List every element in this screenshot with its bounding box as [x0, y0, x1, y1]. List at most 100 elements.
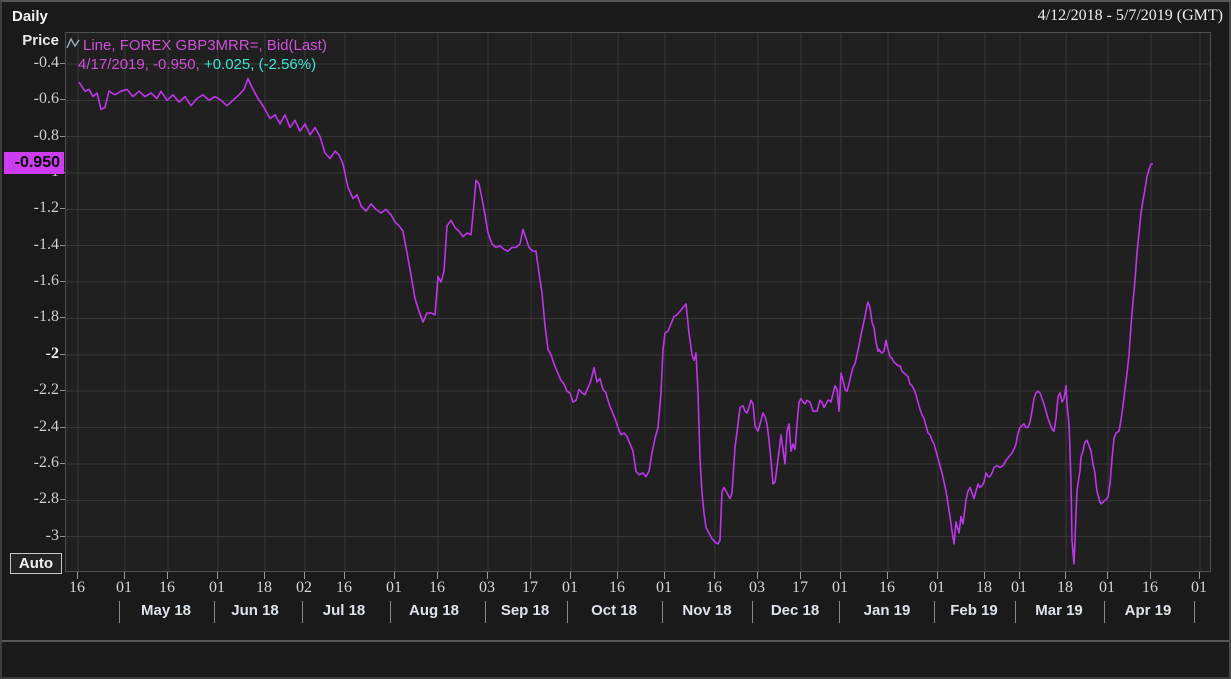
- month-label: Aug 18: [408, 602, 460, 619]
- y-tick-label: -3: [45, 526, 59, 544]
- chart-canvas[interactable]: [65, 32, 1211, 572]
- y-tick-mark: [60, 135, 65, 137]
- x-tick-mark: [304, 572, 305, 579]
- x-tick-label: 17: [522, 579, 538, 596]
- price-line-series: [78, 77, 1153, 565]
- month-separator: [1015, 601, 1016, 623]
- x-tick-mark: [344, 572, 345, 579]
- x-tick-mark: [757, 572, 758, 579]
- x-tick-label: 01: [1099, 579, 1115, 596]
- chart-window: Daily 4/12/2018 - 5/7/2019 (GMT) Price L…: [0, 0, 1231, 679]
- month-separator: [302, 601, 303, 623]
- x-tick-label: 02: [296, 579, 312, 596]
- month-label: Apr 19: [1124, 602, 1172, 619]
- legend-series-label: Line, FOREX GBP3MRR=, Bid(Last): [83, 36, 327, 54]
- x-tick-label: 03: [749, 579, 765, 596]
- y-tick-label: -2.4: [33, 417, 59, 435]
- x-tick-mark: [840, 572, 841, 579]
- x-tick-mark: [487, 572, 488, 579]
- month-separator: [662, 601, 663, 623]
- x-tick-label: 18: [976, 579, 992, 596]
- month-label: Feb 19: [950, 602, 998, 619]
- month-label: Jun 18: [231, 602, 279, 619]
- y-tick-mark: [60, 317, 65, 319]
- y-tick-mark: [60, 535, 65, 537]
- month-separator: [119, 601, 120, 623]
- x-tick-label: 01: [656, 579, 672, 596]
- x-tick-mark: [800, 572, 801, 579]
- month-separator: [485, 601, 486, 623]
- interval-label: Daily: [12, 8, 48, 25]
- y-tick-mark: [60, 462, 65, 464]
- month-label: May 18: [140, 602, 192, 619]
- legend-change: +0.025, (-2.56%): [203, 56, 317, 73]
- y-tick-mark: [60, 281, 65, 283]
- date-range: 4/12/2018 - 5/7/2019 (GMT): [1037, 7, 1223, 24]
- x-tick-label: 16: [336, 579, 352, 596]
- x-tick-mark: [530, 572, 531, 579]
- y-tick-mark: [60, 62, 65, 64]
- x-tick-mark: [617, 572, 618, 579]
- x-tick-mark: [1019, 572, 1020, 579]
- x-tick-label: 01: [116, 579, 132, 596]
- month-separator: [390, 601, 391, 623]
- x-tick-mark: [394, 572, 395, 579]
- y-tick-label: -2.6: [33, 453, 59, 471]
- y-tick-label: -1.2: [33, 199, 59, 217]
- price-axis-title: Price: [22, 32, 59, 49]
- x-tick-label: 16: [609, 579, 625, 596]
- x-tick-label: 01: [209, 579, 225, 596]
- month-label: Nov 18: [682, 602, 732, 619]
- y-tick-mark: [60, 426, 65, 428]
- x-tick-mark: [264, 572, 265, 579]
- x-tick-label: 03: [479, 579, 495, 596]
- x-tick-mark: [124, 572, 125, 579]
- x-tick-mark: [437, 572, 438, 579]
- x-tick-mark: [887, 572, 888, 579]
- y-tick-mark: [60, 499, 65, 501]
- y-tick-label: -0.8: [33, 126, 59, 144]
- y-tick-label: -2.2: [33, 381, 59, 399]
- month-label: Oct 18: [591, 602, 637, 619]
- x-tick-mark: [984, 572, 985, 579]
- month-label: Jul 18: [322, 602, 366, 619]
- x-tick-label: 01: [1191, 579, 1207, 596]
- x-tick-label: 16: [159, 579, 175, 596]
- line-series-icon: [66, 35, 81, 56]
- y-tick-mark: [60, 99, 65, 101]
- x-tick-mark: [1150, 572, 1151, 579]
- y-tick-mark: [60, 244, 65, 246]
- y-tick-label: -1.6: [33, 272, 59, 290]
- x-tick-mark: [77, 572, 78, 579]
- x-tick-label: 16: [706, 579, 722, 596]
- x-tick-label: 01: [562, 579, 578, 596]
- month-label: Sep 18: [500, 602, 550, 619]
- x-tick-label: 01: [929, 579, 945, 596]
- y-tick-label: -0.6: [33, 90, 59, 108]
- x-tick-label: 01: [1011, 579, 1027, 596]
- y-tick-label: -0.4: [33, 53, 59, 71]
- month-label: Mar 19: [1035, 602, 1083, 619]
- footer-bar: THOMSON REUTERS: [2, 642, 1229, 677]
- month-separator: [934, 601, 935, 623]
- x-tick-mark: [937, 572, 938, 579]
- x-tick-label: 01: [832, 579, 848, 596]
- x-tick-label: 16: [879, 579, 895, 596]
- x-tick-mark: [1065, 572, 1066, 579]
- month-label: Jan 19: [863, 602, 911, 619]
- x-tick-mark: [167, 572, 168, 579]
- x-tick-mark: [570, 572, 571, 579]
- auto-scale-button[interactable]: Auto: [10, 553, 62, 574]
- legend-last-value: 4/17/2019, -0.950,: [78, 56, 204, 73]
- y-tick-label: -1.4: [33, 235, 59, 253]
- y-tick-mark: [60, 390, 65, 392]
- month-separator: [1104, 601, 1105, 623]
- month-label: Dec 18: [770, 602, 820, 619]
- x-tick-mark: [1199, 572, 1200, 579]
- month-separator: [752, 601, 753, 623]
- x-tick-label: 16: [1142, 579, 1158, 596]
- x-tick-mark: [217, 572, 218, 579]
- y-tick-label: -1.8: [33, 308, 59, 326]
- x-tick-label: 18: [256, 579, 272, 596]
- x-tick-label: 17: [792, 579, 808, 596]
